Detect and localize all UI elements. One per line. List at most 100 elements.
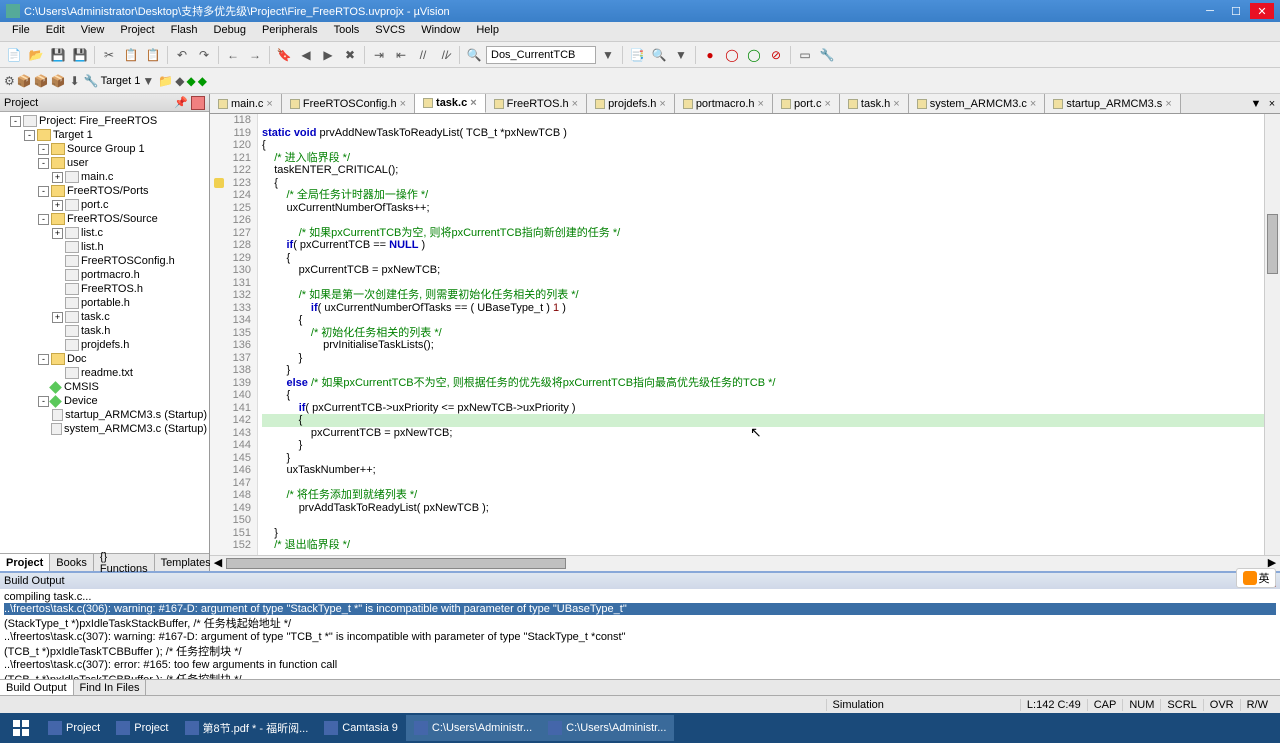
save-all-button[interactable]: 💾 bbox=[70, 45, 90, 65]
bookmark-clear-button[interactable]: ✖ bbox=[340, 45, 360, 65]
tree-node[interactable]: startup_ARMCM3.s (Startup) bbox=[2, 408, 207, 422]
close-tab-icon[interactable]: × bbox=[470, 97, 476, 109]
tree-expander[interactable]: - bbox=[38, 354, 49, 365]
close-tab-icon[interactable]: × bbox=[824, 98, 830, 110]
horizontal-scrollbar[interactable]: ◀ ▶ bbox=[210, 555, 1280, 571]
pin-icon[interactable]: 📌 bbox=[174, 96, 188, 109]
taskbar-item[interactable]: Project bbox=[108, 715, 176, 741]
tree-expander[interactable]: + bbox=[52, 172, 63, 183]
copy-button[interactable]: 📋 bbox=[121, 45, 141, 65]
tree-node[interactable]: task.h bbox=[2, 324, 207, 338]
file-tab[interactable]: system_ARMCM3.c× bbox=[909, 94, 1046, 113]
tree-node[interactable]: -FreeRTOS/Source bbox=[2, 212, 207, 226]
tree-node[interactable]: FreeRTOS.h bbox=[2, 282, 207, 296]
build-output-body[interactable]: compiling task.c.....\freertos\task.c(30… bbox=[0, 589, 1280, 679]
tree-node[interactable]: list.h bbox=[2, 240, 207, 254]
comment-button[interactable]: // bbox=[413, 45, 433, 65]
tab-dropdown-button[interactable]: ▼ bbox=[1248, 94, 1264, 113]
debug-start-button[interactable]: ● bbox=[700, 45, 720, 65]
config-button[interactable]: 🔧 bbox=[817, 45, 837, 65]
uncomment-button[interactable]: //̷ bbox=[435, 45, 455, 65]
minimize-button[interactable]: ─ bbox=[1198, 3, 1222, 19]
menu-peripherals[interactable]: Peripherals bbox=[254, 22, 326, 41]
save-button[interactable]: 💾 bbox=[48, 45, 68, 65]
bookmark-prev-button[interactable]: ◀ bbox=[296, 45, 316, 65]
tree-node[interactable]: FreeRTOSConfig.h bbox=[2, 254, 207, 268]
tree-node[interactable]: +main.c bbox=[2, 170, 207, 184]
close-tab-icon[interactable]: × bbox=[572, 98, 578, 110]
build-output-line[interactable]: compiling task.c... bbox=[4, 591, 1276, 603]
target-options-button[interactable]: 🔧 bbox=[84, 74, 99, 88]
start-button[interactable] bbox=[4, 715, 38, 741]
tree-expander[interactable]: - bbox=[38, 186, 49, 197]
menu-file[interactable]: File bbox=[4, 22, 38, 41]
menu-window[interactable]: Window bbox=[413, 22, 468, 41]
menu-tools[interactable]: Tools bbox=[326, 22, 368, 41]
breakpoint-off-button[interactable]: ◯ bbox=[744, 45, 764, 65]
build-tab[interactable]: Build Output bbox=[0, 680, 74, 695]
goto-button[interactable]: 📑 bbox=[627, 45, 647, 65]
vertical-scrollbar[interactable] bbox=[1264, 114, 1280, 555]
project-panel-close[interactable] bbox=[191, 96, 205, 110]
tree-node[interactable]: -Project: Fire_FreeRTOS bbox=[2, 114, 207, 128]
find-button[interactable]: 🔍 bbox=[464, 45, 484, 65]
bookmark-button[interactable]: 🔖 bbox=[274, 45, 294, 65]
tree-node[interactable]: -Device bbox=[2, 394, 207, 408]
tree-expander[interactable]: - bbox=[38, 158, 49, 169]
menu-svcs[interactable]: SVCS bbox=[367, 22, 413, 41]
tree-node[interactable]: +task.c bbox=[2, 310, 207, 324]
ime-indicator[interactable]: 英 bbox=[1236, 568, 1276, 588]
paste-button[interactable]: 📋 bbox=[143, 45, 163, 65]
new-file-button[interactable]: 📄 bbox=[4, 45, 24, 65]
code-editor[interactable]: 1181191201211221231241251261271281291301… bbox=[210, 114, 1280, 555]
taskbar-item[interactable]: C:\Users\Administr... bbox=[406, 715, 540, 741]
undo-button[interactable]: ↶ bbox=[172, 45, 192, 65]
rebuild-button[interactable]: 📦 bbox=[34, 74, 49, 88]
tree-node[interactable]: +list.c bbox=[2, 226, 207, 240]
menu-flash[interactable]: Flash bbox=[163, 22, 206, 41]
project-tab[interactable]: Books bbox=[50, 554, 94, 571]
close-tab-icon[interactable]: × bbox=[659, 98, 665, 110]
batch-build-button[interactable]: 📦 bbox=[51, 74, 66, 88]
build-button[interactable]: 📦 bbox=[17, 74, 32, 88]
pack-installer-button[interactable]: ◆ bbox=[198, 74, 207, 88]
cut-button[interactable]: ✂ bbox=[99, 45, 119, 65]
tree-expander[interactable]: + bbox=[52, 312, 63, 323]
close-tab-icon[interactable]: × bbox=[893, 98, 899, 110]
outdent-button[interactable]: ⇤ bbox=[391, 45, 411, 65]
manage-project-button[interactable]: 📁 bbox=[158, 74, 173, 88]
maximize-button[interactable]: ☐ bbox=[1224, 3, 1248, 19]
file-tab[interactable]: task.c× bbox=[415, 94, 486, 113]
close-tab-icon[interactable]: × bbox=[266, 98, 272, 110]
zoom-dd-button[interactable]: ▼ bbox=[671, 45, 691, 65]
file-tab[interactable]: FreeRTOS.h× bbox=[486, 94, 587, 113]
tab-close-button[interactable]: × bbox=[1264, 94, 1280, 113]
select-packs-button[interactable]: ◆ bbox=[175, 74, 184, 88]
build-output-line[interactable]: (StackType_t *)pxIdleTaskStackBuffer, /*… bbox=[4, 615, 1276, 631]
file-tab[interactable]: port.c× bbox=[773, 94, 840, 113]
tree-node[interactable]: portable.h bbox=[2, 296, 207, 310]
file-tab[interactable]: projdefs.h× bbox=[587, 94, 675, 113]
close-tab-icon[interactable]: × bbox=[1165, 98, 1171, 110]
file-tab[interactable]: FreeRTOSConfig.h× bbox=[282, 94, 415, 113]
tree-node[interactable]: -user bbox=[2, 156, 207, 170]
nav-fwd-button[interactable]: → bbox=[245, 45, 265, 65]
breakpoint-button[interactable]: ◯ bbox=[722, 45, 742, 65]
file-tab[interactable]: startup_ARMCM3.s× bbox=[1045, 94, 1180, 113]
tree-node[interactable]: -Source Group 1 bbox=[2, 142, 207, 156]
tree-node[interactable]: -Target 1 bbox=[2, 128, 207, 142]
bookmark-next-button[interactable]: ▶ bbox=[318, 45, 338, 65]
project-tab[interactable]: Project bbox=[0, 554, 50, 571]
target-combo[interactable]: Target 1 bbox=[101, 75, 141, 87]
tree-expander[interactable]: - bbox=[38, 214, 49, 225]
tree-node[interactable]: +port.c bbox=[2, 198, 207, 212]
tree-node[interactable]: system_ARMCM3.c (Startup) bbox=[2, 422, 207, 436]
build-output-line[interactable]: ..\freertos\task.c(306): warning: #167-D… bbox=[4, 603, 1276, 615]
close-tab-icon[interactable]: × bbox=[1030, 98, 1036, 110]
translate-button[interactable]: ⚙ bbox=[4, 74, 15, 88]
build-output-line[interactable]: (TCB_t *)pxIdleTaskTCBBuffer ); /* 任务控制块… bbox=[4, 671, 1276, 679]
tree-expander[interactable]: - bbox=[38, 144, 49, 155]
project-tab[interactable]: {} Functions bbox=[94, 554, 155, 571]
indent-button[interactable]: ⇥ bbox=[369, 45, 389, 65]
tree-expander[interactable]: - bbox=[38, 396, 49, 407]
